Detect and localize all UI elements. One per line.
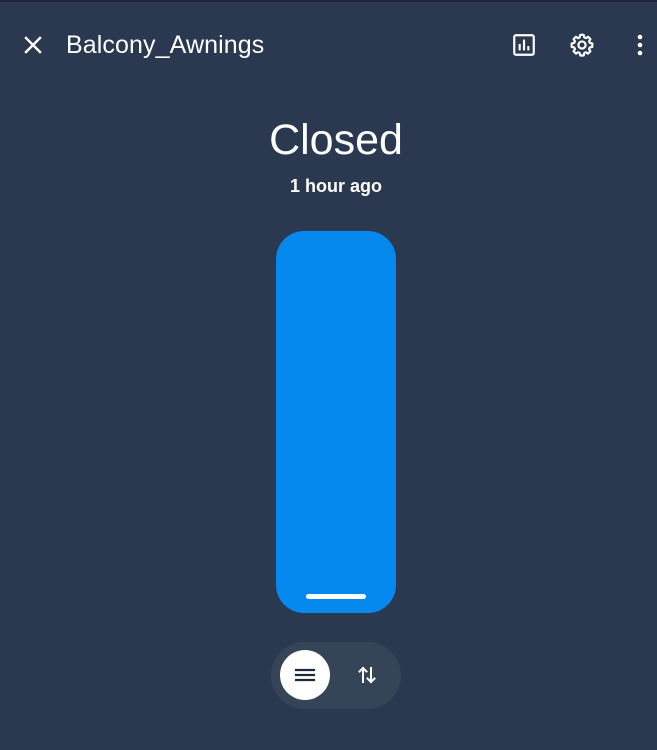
close-button[interactable]: [9, 14, 57, 76]
settings-button[interactable]: [558, 14, 606, 76]
history-button[interactable]: [500, 14, 548, 76]
cover-state: Closed: [269, 116, 403, 164]
close-icon: [24, 36, 42, 54]
window-top-border: [0, 0, 657, 2]
last-changed: 1 hour ago: [289, 176, 382, 196]
control-mode-toggle: [271, 642, 401, 709]
more-menu-button[interactable]: [616, 14, 657, 76]
cover-position-slider[interactable]: [276, 231, 396, 613]
gear-icon: [570, 33, 594, 57]
buttons-mode-button[interactable]: [342, 650, 392, 700]
menu-lines-icon: [294, 668, 316, 682]
slider-handle[interactable]: [306, 594, 366, 599]
dialog-header: Balcony_Awnings: [0, 14, 657, 76]
chart-bar-icon: [513, 34, 535, 56]
dialog-title: Balcony_Awnings: [66, 31, 265, 59]
dots-vertical-icon: [637, 34, 643, 56]
position-mode-button[interactable]: [280, 650, 330, 700]
swap-vertical-arrows-icon: [358, 666, 376, 684]
